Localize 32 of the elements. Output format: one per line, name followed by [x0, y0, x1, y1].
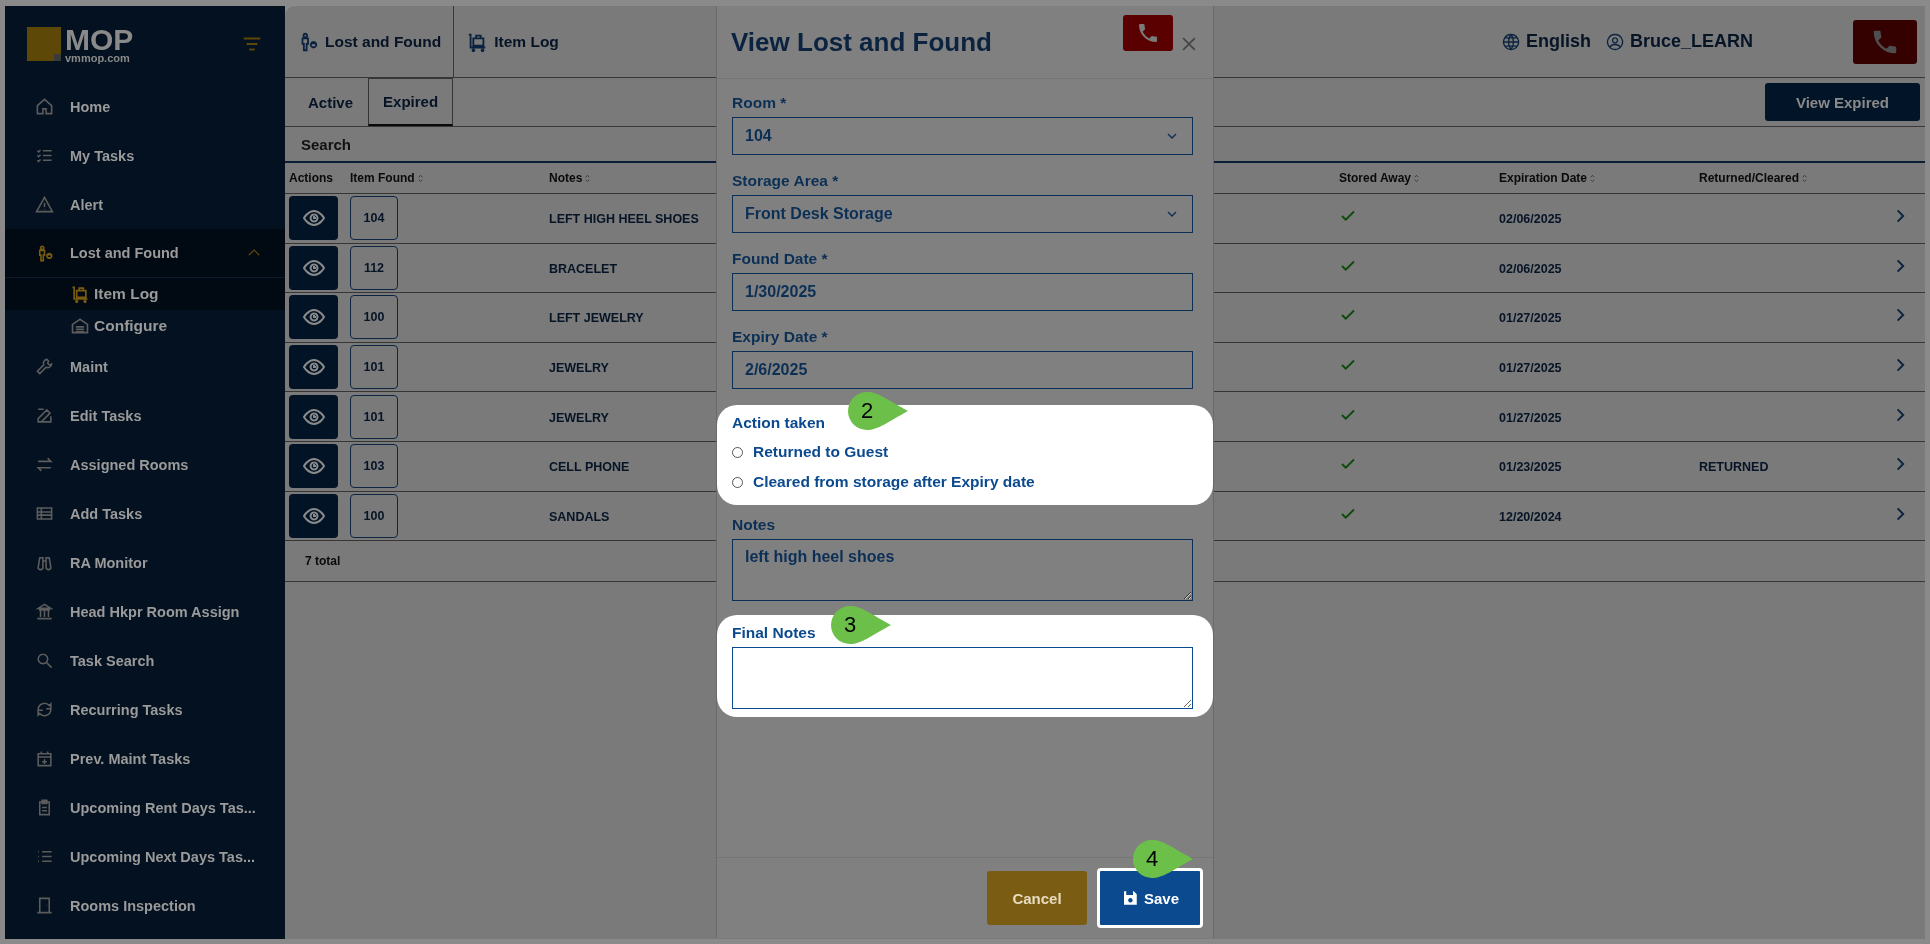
- table-cell: RETURNED: [1699, 460, 1769, 475]
- logo: MOP vmmop.com: [27, 24, 134, 64]
- field-label: Expiry Date *: [732, 327, 828, 347]
- table-cell: 01/27/2025: [1499, 361, 1562, 376]
- field-label: Action taken: [732, 413, 825, 433]
- table-cell: 01/23/2025: [1499, 460, 1562, 475]
- dialog-title: View Lost and Found: [731, 26, 993, 58]
- table-cell: 01/27/2025: [1499, 311, 1562, 326]
- room-number: 101: [350, 394, 398, 439]
- room-number: 104: [350, 196, 398, 241]
- row-count: 7 total: [305, 554, 341, 569]
- table-cell: CELL PHONE: [549, 460, 630, 475]
- table-cell: LEFT HIGH HEEL SHOES: [549, 212, 699, 227]
- room-number: 100: [350, 493, 398, 538]
- room-number: 100: [350, 295, 398, 340]
- room-number: 112: [350, 245, 398, 290]
- table-cell: BRACELET: [549, 261, 618, 276]
- field-label: Notes: [732, 515, 776, 535]
- table-cell: 12/20/2024: [1499, 509, 1562, 524]
- field-label: Found Date *: [732, 249, 828, 269]
- room-number: 101: [350, 345, 398, 390]
- table-cell: JEWELRY: [549, 361, 609, 376]
- field-label: Room *: [732, 93, 787, 113]
- room-number: 103: [350, 444, 398, 489]
- table-cell: 02/06/2025: [1499, 261, 1562, 276]
- field-label: Final Notes: [732, 623, 816, 643]
- table-cell: LEFT JEWELRY: [549, 311, 644, 326]
- table-cell: 01/27/2025: [1499, 410, 1562, 425]
- table-cell: 02/06/2025: [1499, 212, 1562, 227]
- field-label: Storage Area *: [732, 171, 839, 191]
- table-cell: SANDALS: [549, 509, 610, 524]
- table-cell: JEWELRY: [549, 410, 609, 425]
